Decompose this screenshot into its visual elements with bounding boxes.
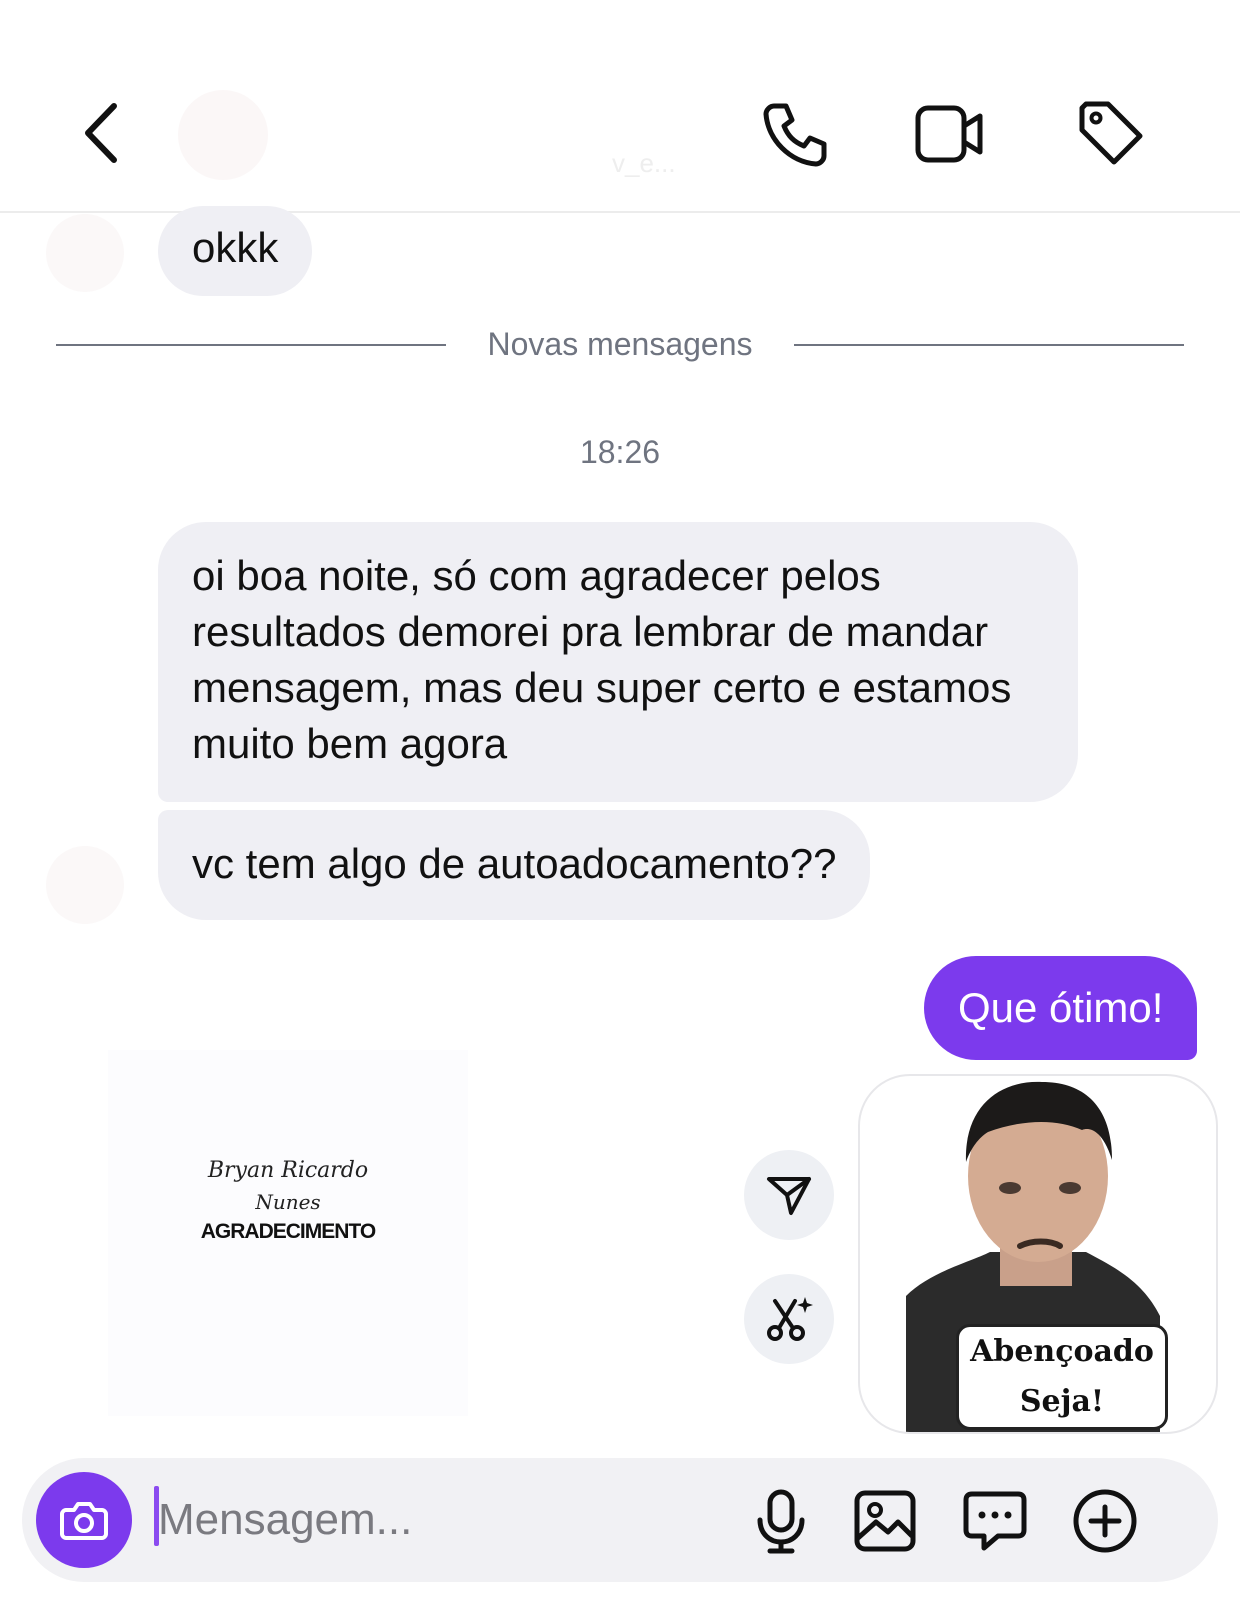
message-input[interactable] [158,1480,718,1560]
plus-circle-icon [1073,1489,1137,1553]
call-button[interactable] [760,98,832,170]
divider-line-left [56,344,446,346]
chat-bubble-icon [963,1491,1027,1551]
video-call-button[interactable] [914,98,986,170]
chevron-left-icon [85,103,117,163]
divider-line-right [794,344,1184,346]
message-composer [22,1458,1218,1582]
contact-avatar[interactable] [178,90,268,180]
contact-username[interactable]: v_e... [612,148,676,179]
send-icon [767,1177,811,1215]
gallery-button[interactable] [852,1488,918,1554]
tag-icon [1079,101,1143,165]
camera-button[interactable] [36,1472,132,1568]
video-camera-icon [915,105,983,163]
message-bubble-incoming[interactable]: oi boa noite, só com agradecer pelos res… [158,522,1078,802]
image-caption: AGRADECIMENTO [200,1220,376,1243]
signature-name: Bryan Ricardo [207,1158,369,1183]
chat-header: v_e... [0,0,1240,213]
image-message[interactable]: Bryan Ricardo Nunes AGRADECIMENTO [108,1050,468,1416]
more-options-button[interactable] [1072,1488,1138,1554]
microphone-icon [757,1489,805,1554]
message-bubble-outgoing[interactable]: Que ótimo! [924,956,1198,1060]
sticker-message[interactable]: Abençoado Seja! [858,1074,1218,1434]
message-timestamp: 18:26 [579,434,661,470]
camera-icon [60,1502,108,1540]
sender-avatar[interactable] [46,846,124,924]
back-button[interactable] [74,98,134,168]
sticker-button[interactable] [962,1488,1028,1554]
new-messages-label: Novas mensagens [487,326,753,362]
sender-avatar[interactable] [46,214,124,292]
phone-icon [763,103,827,167]
sticker-label-line2: Seja! [1019,1384,1105,1419]
message-bubble-incoming[interactable]: vc tem algo de autoadocamento?? [158,810,871,920]
voice-message-button[interactable] [748,1488,814,1554]
scissors-sparkle-icon [767,1297,813,1341]
message-bubble-incoming[interactable]: okkk [158,206,313,296]
tag-button[interactable] [1074,98,1146,170]
sticker-label: Abençoado Seja! [956,1324,1168,1430]
signature-surname: Nunes [255,1190,321,1214]
image-icon [854,1490,916,1552]
share-button[interactable] [744,1150,834,1240]
ai-edit-button[interactable] [744,1274,834,1364]
sticker-label-line1: Abençoado [970,1334,1154,1369]
